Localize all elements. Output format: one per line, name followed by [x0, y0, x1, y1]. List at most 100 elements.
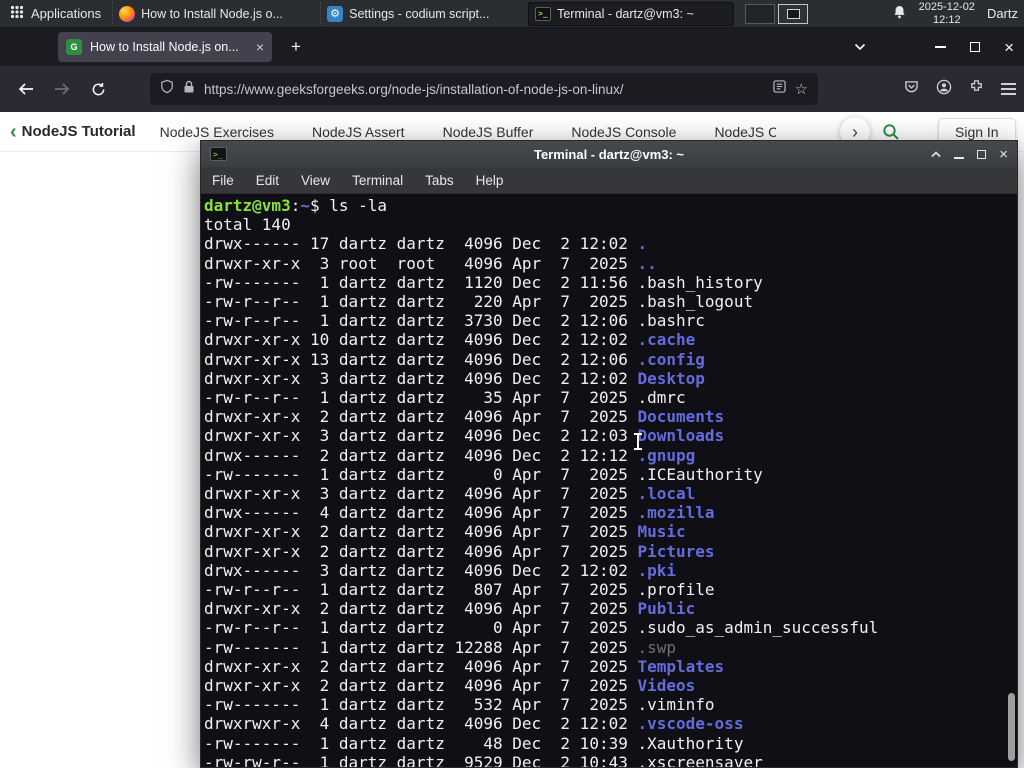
menu-hamburger-icon[interactable]	[1001, 83, 1016, 95]
nav-link-1[interactable]: NodeJS Assert	[312, 124, 405, 140]
listing-row: drwx------ 17 dartz dartz 4096 Dec 2 12:…	[204, 234, 648, 254]
mouse-cursor	[634, 433, 642, 450]
site-nav: NodeJS Exercises NodeJS Assert NodeJS Buff…	[160, 124, 776, 140]
applications-menu-button[interactable]: Applications	[0, 0, 111, 27]
bookmark-star-icon[interactable]: ☆	[795, 80, 808, 98]
terminal-menubar: File Edit View Terminal Tabs Help	[201, 167, 1017, 194]
nav-link-4[interactable]: NodeJS Crypto	[714, 124, 775, 140]
shade-chevron-icon[interactable]	[931, 145, 941, 163]
panel-user-label: Dartz	[986, 6, 1018, 21]
nav-link-2[interactable]: NodeJS Buffer	[443, 124, 534, 140]
browser-window-controls: ×	[935, 28, 1014, 66]
url-bar[interactable]: https://www.geeksforgeeks.org/node-js/in…	[150, 73, 818, 105]
nav-link-0[interactable]: NodeJS Exercises	[160, 124, 274, 140]
listing-row: -rw------- 1 dartz dartz 532 Apr 7 2025 …	[204, 695, 715, 715]
workspace-1[interactable]	[745, 3, 776, 24]
menu-edit[interactable]: Edit	[245, 173, 290, 188]
total-line: total 140	[204, 215, 291, 235]
nav-link-3[interactable]: NodeJS Console	[571, 124, 676, 140]
listing-row: -rw------- 1 dartz dartz 0 Apr 7 2025 .I…	[204, 464, 763, 484]
nav-back-chevron-icon[interactable]: ‹	[10, 122, 17, 142]
terminal-scrollbar-thumb[interactable]	[1008, 693, 1015, 761]
reader-mode-icon[interactable]	[772, 80, 786, 98]
toolbar-right-icons	[904, 75, 1016, 103]
lock-icon[interactable]	[183, 80, 195, 99]
menu-file[interactable]: File	[201, 173, 245, 188]
firefox-icon	[119, 5, 136, 22]
desktop-panel: Applications How to Install Node.js o...…	[0, 0, 1024, 28]
listing-row: -rw------- 1 dartz dartz 12288 Apr 7 202…	[204, 637, 677, 657]
clock-date: 2025-12-02	[918, 0, 975, 13]
menu-help[interactable]: Help	[465, 173, 515, 188]
tracking-shield-icon[interactable]	[160, 79, 174, 99]
menu-terminal[interactable]: Terminal	[341, 173, 414, 188]
tab-list-chevron-icon[interactable]	[854, 38, 866, 56]
prompt-sign: $	[309, 196, 330, 215]
listing-row: -rw-r--r-- 1 dartz dartz 220 Apr 7 2025 …	[204, 292, 754, 312]
notification-bell-icon[interactable]	[892, 4, 907, 23]
taskbar-item-settings[interactable]: ⚙ Settings - codium script...	[320, 1, 526, 26]
tab-close-icon[interactable]: ×	[256, 40, 264, 54]
taskbar-item-terminal[interactable]: >_ Terminal - dartz@vm3: ~	[528, 1, 735, 26]
nav-link-tutorial[interactable]: NodeJS Tutorial	[22, 123, 136, 140]
listing-row: drwxr-xr-x 10 dartz dartz 4096 Dec 2 12:…	[204, 330, 696, 350]
listing-row: -rw-r--r-- 1 dartz dartz 0 Apr 7 2025 .s…	[204, 618, 879, 638]
listing-row: drwxrwxr-x 4 dartz dartz 4096 Dec 2 12:0…	[204, 714, 744, 734]
listing-row: -rw------- 1 dartz dartz 48 Dec 2 10:39 …	[204, 733, 744, 753]
listing-row: drwx------ 3 dartz dartz 4096 Dec 2 12:0…	[204, 560, 677, 580]
listing-row: drwxr-xr-x 3 dartz dartz 4096 Apr 7 2025…	[204, 484, 696, 504]
applications-grid-icon	[10, 5, 24, 22]
listing-row: drwxr-xr-x 13 dartz dartz 4096 Dec 2 12:…	[204, 349, 705, 369]
terminal-window: >_ Terminal - dartz@vm3: ~ × File Edit Vie…	[200, 140, 1018, 768]
prompt-user: dartz@vm3	[204, 196, 291, 215]
task-title: Terminal - dartz@vm3: ~	[557, 6, 694, 21]
workspace-window-thumb	[786, 8, 800, 19]
command-text: ls -la	[329, 196, 388, 215]
browser-tab-active[interactable]: G How to Install Node.js on... ×	[58, 32, 272, 62]
listing-row: drwxr-xr-x 2 dartz dartz 4096 Apr 7 2025…	[204, 599, 696, 619]
tab-title: How to Install Node.js on...	[90, 40, 239, 54]
browser-toolbar: https://www.geeksforgeeks.org/node-js/in…	[0, 66, 1024, 112]
terminal-icon: >_	[535, 6, 552, 21]
terminal-output: drwx------ 17 dartz dartz 4096 Dec 2 12:…	[204, 234, 1017, 767]
applications-label: Applications	[31, 6, 102, 21]
account-icon[interactable]	[936, 79, 952, 100]
pocket-icon[interactable]	[904, 80, 919, 99]
reload-button[interactable]	[84, 75, 112, 103]
task-title: Settings - codium script...	[349, 6, 490, 21]
listing-row: drwxr-xr-x 2 dartz dartz 4096 Apr 7 2025…	[204, 676, 696, 696]
listing-row: drwxr-xr-x 3 dartz dartz 4096 Dec 2 12:0…	[204, 426, 725, 446]
back-button[interactable]	[12, 75, 40, 103]
window-close-icon[interactable]: ×	[1004, 39, 1014, 56]
panel-clock[interactable]: 2025-12-02 12:12	[919, 1, 975, 27]
listing-row: -rw-rw-r-- 1 dartz dartz 9529 Dec 2 10:4…	[204, 752, 763, 767]
terminal-title-bar[interactable]: >_ Terminal - dartz@vm3: ~ ×	[201, 141, 1017, 167]
terminal-minimize-icon[interactable]	[954, 156, 965, 159]
listing-row: drwxr-xr-x 2 dartz dartz 4096 Apr 7 2025…	[204, 656, 725, 676]
window-minimize-icon[interactable]	[935, 46, 947, 48]
listing-row: drwx------ 4 dartz dartz 4096 Apr 7 2025…	[204, 503, 715, 523]
listing-row: drwxr-xr-x 2 dartz dartz 4096 Apr 7 2025…	[204, 541, 715, 561]
prompt-separator: :	[290, 196, 301, 215]
workspace-2[interactable]	[778, 3, 809, 24]
listing-row: drwxr-xr-x 3 dartz dartz 4096 Dec 2 12:0…	[204, 368, 705, 388]
listing-row: drwxr-xr-x 2 dartz dartz 4096 Apr 7 2025…	[204, 522, 686, 542]
menu-view[interactable]: View	[290, 173, 341, 188]
workspace-switcher	[745, 3, 809, 24]
prompt-line: dartz@vm3:~$ ls -la	[204, 196, 1017, 215]
terminal-maximize-icon[interactable]	[977, 149, 987, 159]
extensions-puzzle-icon[interactable]	[969, 79, 984, 99]
window-maximize-icon[interactable]	[970, 42, 981, 52]
menu-tabs[interactable]: Tabs	[414, 173, 465, 188]
listing-row: -rw------- 1 dartz dartz 1120 Dec 2 11:5…	[204, 272, 763, 292]
forward-button[interactable]	[48, 75, 76, 103]
taskbar-item-firefox[interactable]: How to Install Node.js o...	[112, 1, 318, 26]
listing-row: -rw-r--r-- 1 dartz dartz 3730 Dec 2 12:0…	[204, 311, 705, 331]
task-title: How to Install Node.js o...	[141, 6, 283, 21]
terminal-window-icon: >_	[210, 147, 227, 161]
site-favicon: G	[66, 39, 82, 55]
url-text: https://www.geeksforgeeks.org/node-js/in…	[204, 81, 624, 97]
settings-gear-icon: ⚙	[327, 5, 344, 22]
new-tab-button[interactable]: +	[284, 35, 308, 59]
terminal-close-icon[interactable]: ×	[999, 147, 1008, 162]
